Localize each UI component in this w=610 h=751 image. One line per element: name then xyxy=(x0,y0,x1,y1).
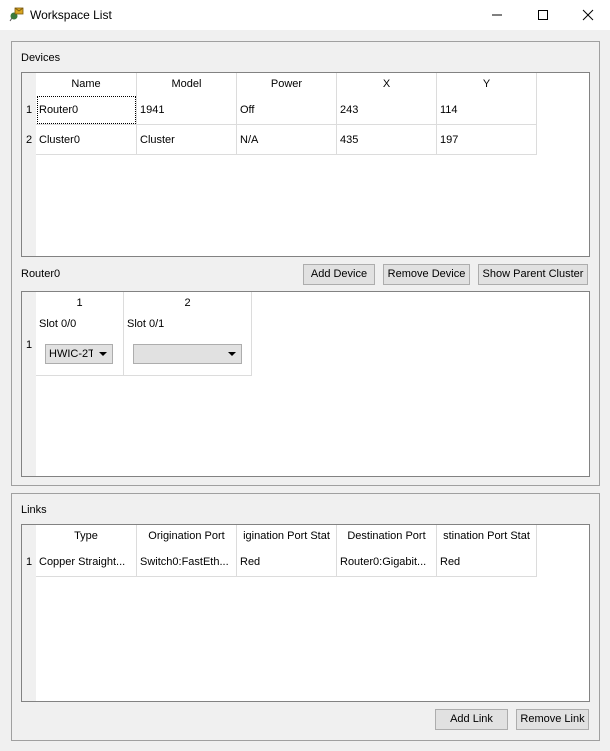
device-y-cell[interactable]: 197 xyxy=(437,125,537,155)
close-button[interactable] xyxy=(565,0,610,30)
slot-module-dropdown[interactable]: HWIC-2T xyxy=(45,344,113,364)
link-origination-port-cell[interactable]: Switch0:FastEth... xyxy=(137,547,237,577)
column-header-power[interactable]: Power xyxy=(237,73,337,95)
device-model-cell[interactable]: 1941 xyxy=(137,95,237,125)
column-header-type[interactable]: Type xyxy=(36,525,137,547)
column-header-slot-2[interactable]: 2 xyxy=(124,292,252,314)
minimize-icon xyxy=(492,14,502,16)
device-name-cell[interactable]: Cluster0 xyxy=(36,125,137,155)
devices-group-label: Devices xyxy=(21,52,61,64)
add-device-button[interactable]: Add Device xyxy=(303,264,375,285)
remove-device-button[interactable]: Remove Device xyxy=(383,264,470,285)
device-x-cell[interactable]: 435 xyxy=(337,125,437,155)
slot-label: Slot 0/0 xyxy=(39,318,77,330)
slot-module-dropdown[interactable] xyxy=(133,344,242,364)
link-type-cell[interactable]: Copper Straight... xyxy=(36,547,137,577)
column-header-model[interactable]: Model xyxy=(137,73,237,95)
links-table[interactable]: Type Origination Port igination Port Sta… xyxy=(21,524,590,702)
device-power-cell[interactable]: N/A xyxy=(237,125,337,155)
column-header-origination-port[interactable]: Origination Port xyxy=(137,525,237,547)
slot-module-value: HWIC-2T xyxy=(49,348,93,360)
row-number[interactable]: 2 xyxy=(22,125,36,155)
column-header-y[interactable]: Y xyxy=(437,73,537,95)
row-number[interactable]: 1 xyxy=(22,314,36,376)
link-destination-status-cell[interactable]: Red xyxy=(437,547,537,577)
device-name-cell[interactable]: Router0 xyxy=(36,95,137,125)
device-x-cell[interactable]: 243 xyxy=(337,95,437,125)
link-destination-port-cell[interactable]: Router0:Gigabit... xyxy=(337,547,437,577)
selected-device-label: Router0 xyxy=(21,268,61,280)
maximize-icon xyxy=(538,10,548,20)
chevron-down-icon xyxy=(228,352,236,356)
slot-cell: Slot 0/1 xyxy=(124,314,252,376)
minimize-button[interactable] xyxy=(474,0,520,30)
slots-table[interactable]: 1 2 1 Slot 0/0 HWIC-2T Slot 0/1 xyxy=(21,291,590,477)
remove-link-button[interactable]: Remove Link xyxy=(516,709,589,730)
add-link-button[interactable]: Add Link xyxy=(435,709,508,730)
link-origination-status-cell[interactable]: Red xyxy=(237,547,337,577)
maximize-button[interactable] xyxy=(520,0,566,30)
chevron-down-icon xyxy=(99,352,107,356)
column-header-destination-port[interactable]: Destination Port xyxy=(337,525,437,547)
device-model-cell[interactable]: Cluster xyxy=(137,125,237,155)
slot-label: Slot 0/1 xyxy=(127,318,165,330)
title-bar: Workspace List xyxy=(0,0,610,30)
show-parent-cluster-button[interactable]: Show Parent Cluster xyxy=(478,264,588,285)
row-number[interactable]: 1 xyxy=(22,95,36,125)
window-title: Workspace List xyxy=(30,8,112,22)
row-number[interactable]: 1 xyxy=(22,547,36,577)
column-header-destination-port-status[interactable]: stination Port Stat xyxy=(437,525,537,547)
close-icon xyxy=(582,9,594,21)
devices-table[interactable]: Name Model Power X Y 1 Router0 1941 Off … xyxy=(21,72,590,257)
app-icon xyxy=(9,6,25,22)
device-y-cell[interactable]: 114 xyxy=(437,95,537,125)
links-group-label: Links xyxy=(21,504,47,516)
device-power-cell[interactable]: Off xyxy=(237,95,337,125)
column-header-slot-1[interactable]: 1 xyxy=(36,292,124,314)
column-header-origination-port-status[interactable]: igination Port Stat xyxy=(237,525,337,547)
column-header-name[interactable]: Name xyxy=(36,73,137,95)
slot-cell: Slot 0/0 HWIC-2T xyxy=(36,314,124,376)
column-header-x[interactable]: X xyxy=(337,73,437,95)
